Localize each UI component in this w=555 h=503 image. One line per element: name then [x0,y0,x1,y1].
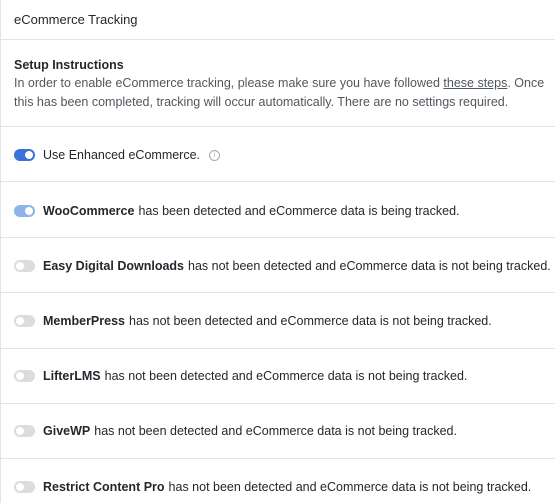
integration-row-easy-digital-downloads: Easy Digital Downloads has not been dete… [14,256,551,276]
integration-name: GiveWP [43,424,91,438]
integration-name: Restrict Content Pro [43,480,165,494]
ecommerce-tracking-panel: eCommerce Tracking Setup Instructions In… [0,0,555,503]
integration-status: has not been detected and eCommerce data… [188,259,551,273]
integration-name: Easy Digital Downloads [43,259,185,273]
these-steps-link[interactable]: these steps [443,76,507,90]
toggle-knob [25,151,33,159]
memberpress-toggle[interactable] [14,315,35,327]
integration-status: has not been detected and eCommerce data… [129,314,492,328]
divider [1,348,555,349]
divider [1,292,555,293]
integration-row-restrict-content-pro: Restrict Content Pro has not been detect… [14,477,531,497]
toggle-knob [16,372,24,380]
enhanced-ecommerce-row: Use Enhanced eCommerce. i [14,145,221,165]
integration-status: has not been detected and eCommerce data… [94,424,457,438]
enhanced-ecommerce-toggle[interactable] [14,149,35,161]
easy-digital-downloads-toggle[interactable] [14,260,35,272]
setup-title: Setup Instructions [14,58,124,72]
toggle-knob [16,483,24,491]
toggle-knob [16,427,24,435]
setup-instructions: Setup Instructions In order to enable eC… [14,57,554,112]
integration-name: WooCommerce [43,204,135,218]
integration-row-memberpress: MemberPress has not been detected and eC… [14,311,492,331]
divider [1,403,555,404]
integration-row-lifterlms: LifterLMS has not been detected and eCom… [14,366,467,386]
divider [1,237,555,238]
integration-status: has been detected and eCommerce data is … [138,204,460,218]
toggle-knob [16,262,24,270]
integration-name: MemberPress [43,314,125,328]
restrict-content-pro-toggle[interactable] [14,481,35,493]
toggle-knob [16,317,24,325]
givewp-toggle[interactable] [14,425,35,437]
integration-row-woocommerce: WooCommerce has been detected and eComme… [14,201,460,221]
divider [1,458,555,459]
divider [1,126,555,127]
info-icon[interactable]: i [209,149,221,161]
integration-status: has not been detected and eCommerce data… [168,480,532,494]
enhanced-ecommerce-label: Use Enhanced eCommerce. [43,148,201,162]
integration-name: LifterLMS [43,369,101,383]
setup-text-before: In order to enable eCommerce tracking, p… [14,76,444,90]
panel-title: eCommerce Tracking [1,0,555,40]
divider [1,181,555,182]
woocommerce-toggle[interactable] [14,205,35,217]
integration-status: has not been detected and eCommerce data… [104,369,468,383]
setup-text: In order to enable eCommerce tracking, p… [14,74,554,112]
integration-row-givewp: GiveWP has not been detected and eCommer… [14,421,457,441]
toggle-knob [25,207,33,215]
lifterlms-toggle[interactable] [14,370,35,382]
